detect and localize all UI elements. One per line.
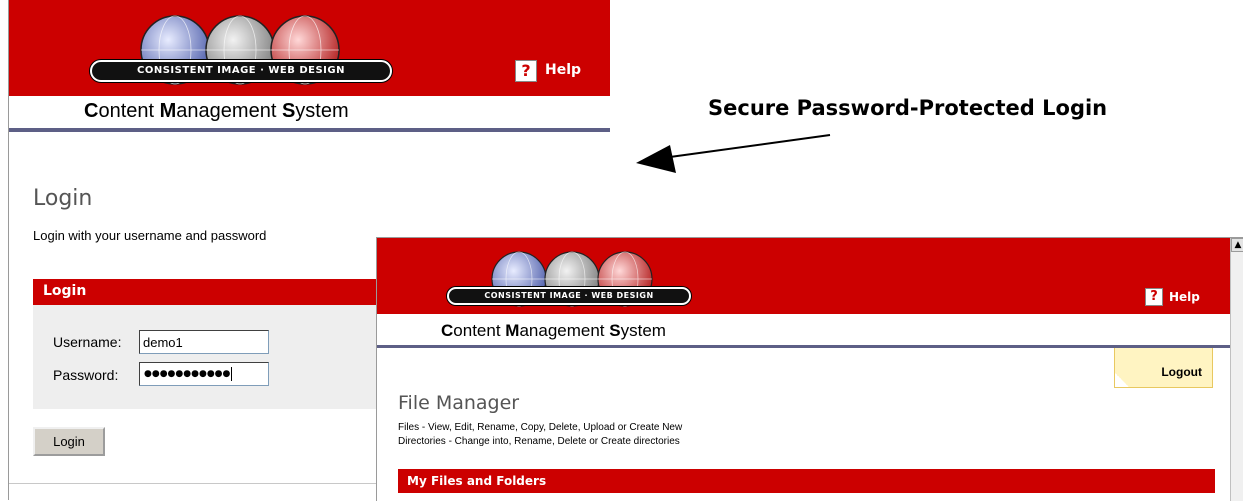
cms-title-m-rest: anagement bbox=[176, 100, 282, 122]
fm-page-title: File Manager bbox=[398, 392, 520, 414]
username-field[interactable] bbox=[139, 330, 269, 354]
company-logo bbox=[90, 12, 390, 97]
cms-title-m-rest: anagement bbox=[519, 321, 610, 340]
vertical-scrollbar[interactable]: ▲ bbox=[1230, 238, 1243, 501]
help-link[interactable]: Help bbox=[545, 62, 581, 78]
cms-title-m: M bbox=[505, 321, 520, 340]
globe-icon bbox=[491, 251, 653, 307]
logo-banner: CONSISTENT IMAGE · WEB DESIGN bbox=[90, 60, 392, 82]
cms-title-c-rest: ontent bbox=[98, 100, 160, 122]
fm-help-link[interactable]: Help bbox=[1169, 290, 1200, 304]
cms-title-m: M bbox=[159, 100, 177, 122]
password-label: Password: bbox=[53, 367, 119, 383]
cms-title-s: S bbox=[281, 100, 296, 122]
cms-title: Content Management System bbox=[84, 100, 349, 123]
text-cursor bbox=[231, 366, 233, 381]
fm-company-logo bbox=[447, 249, 697, 319]
password-field[interactable]: ●●●●●●●●●●● bbox=[139, 362, 269, 386]
header-rule bbox=[9, 128, 610, 132]
fm-header-rule bbox=[377, 345, 1230, 348]
logout-tab: Logout bbox=[1114, 348, 1213, 388]
cms-title-s-rest: ystem bbox=[295, 100, 349, 122]
password-mask: ●●●●●●●●●●● bbox=[144, 369, 231, 379]
help-icon[interactable]: ? bbox=[515, 60, 537, 82]
cms-title-c-rest: ontent bbox=[453, 321, 506, 340]
page-title: Login bbox=[33, 186, 93, 211]
login-button[interactable]: Login bbox=[33, 427, 105, 456]
fm-description: Files - View, Edit, Rename, Copy, Delete… bbox=[398, 421, 682, 449]
login-panel-title: Login bbox=[43, 283, 87, 299]
cms-title-c: C bbox=[441, 321, 454, 340]
fm-description-line2: Directories - Change into, Rename, Delet… bbox=[398, 436, 680, 447]
cms-title-s: S bbox=[609, 321, 621, 340]
help-icon[interactable]: ? bbox=[1145, 288, 1163, 306]
annotation-text: Secure Password-Protected Login bbox=[708, 96, 1108, 120]
arrow-left-icon bbox=[636, 134, 831, 173]
username-label: Username: bbox=[53, 334, 122, 350]
globe-icon bbox=[140, 15, 340, 85]
page-subtitle: Login with your username and password bbox=[33, 228, 267, 243]
tab-corner bbox=[1115, 373, 1129, 387]
cms-title-s-rest: ystem bbox=[620, 321, 666, 340]
cms-title-c: C bbox=[84, 100, 99, 122]
logout-button[interactable]: Logout bbox=[1161, 365, 1202, 379]
fm-logo-banner: CONSISTENT IMAGE · WEB DESIGN bbox=[447, 287, 691, 305]
fm-cms-title: Content Management System bbox=[441, 321, 666, 341]
scroll-up-button[interactable]: ▲ bbox=[1231, 238, 1243, 252]
files-section-title: My Files and Folders bbox=[407, 474, 547, 488]
file-manager-window: CONSISTENT IMAGE · WEB DESIGN ? Help Con… bbox=[376, 237, 1243, 501]
fm-description-line1: Files - View, Edit, Rename, Copy, Delete… bbox=[398, 422, 683, 433]
